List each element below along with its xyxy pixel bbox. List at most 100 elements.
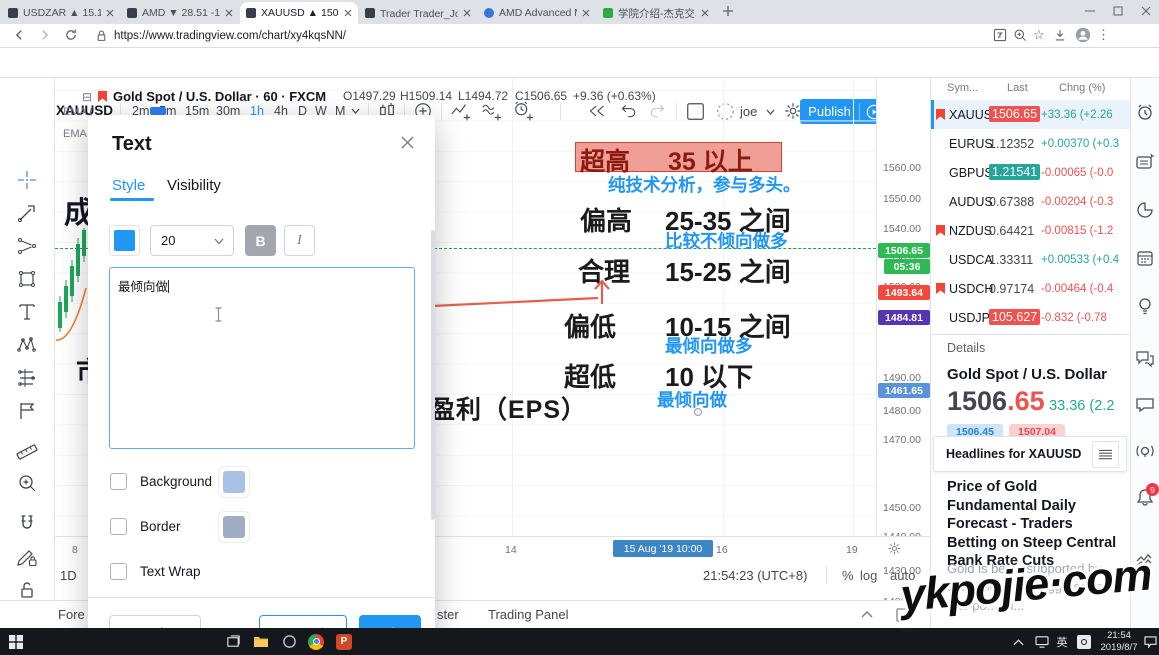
border-color-swatch[interactable]: [218, 511, 250, 543]
magnet-tool[interactable]: [11, 510, 43, 538]
zoom-icon[interactable]: [1013, 28, 1027, 42]
border-checkbox[interactable]: [110, 518, 127, 535]
watchlist-row[interactable]: XAUUS1506.65+33.36 (+2.26: [931, 100, 1130, 129]
tab-style[interactable]: Style: [112, 177, 145, 194]
percent-scale-button[interactable]: %: [842, 568, 854, 583]
log-scale-button[interactable]: log: [860, 568, 877, 583]
app-icon[interactable]: [278, 628, 300, 655]
annotation-drag-handle[interactable]: [694, 408, 702, 416]
bookmark-star-icon[interactable]: ☆: [1033, 27, 1045, 43]
flag-icon[interactable]: [936, 109, 945, 120]
flag-icon[interactable]: [936, 225, 945, 236]
tray-chevron-up-icon[interactable]: [1008, 628, 1028, 655]
private-chat-icon[interactable]: [1135, 395, 1156, 416]
lightbulb-icon[interactable]: [1135, 296, 1156, 317]
column-header-symbol[interactable]: Sym...: [947, 82, 978, 94]
bottom-tab-strategy-tester[interactable]: ster: [437, 607, 459, 622]
public-chat-icon[interactable]: [1135, 349, 1156, 370]
watchlist-row[interactable]: NZDUS0.64421-0.00815 (-1.2: [931, 216, 1130, 245]
download-icon[interactable]: [1053, 28, 1067, 42]
new-tab-button[interactable]: [722, 5, 734, 17]
refresh-icon[interactable]: [64, 28, 78, 42]
watchlist-row[interactable]: AUDUS0.67388-0.00204 (-0.3: [931, 187, 1130, 216]
time-axis-gear-icon[interactable]: [887, 541, 902, 556]
chrome-icon[interactable]: [305, 628, 327, 655]
network-monitor-icon[interactable]: [1032, 628, 1052, 655]
zoom-in-tool[interactable]: [11, 469, 43, 497]
profile-avatar[interactable]: [1075, 27, 1091, 43]
notifications-bell-icon[interactable]: 9: [1135, 487, 1156, 508]
background-color-swatch[interactable]: [218, 466, 250, 498]
language-indicator[interactable]: 英: [1054, 628, 1070, 655]
calendar-icon[interactable]: [1135, 248, 1156, 269]
browser-tab[interactable]: AMD Advanced Micro Device: [478, 2, 596, 24]
notes-icon[interactable]: [1135, 152, 1156, 173]
powerpoint-icon[interactable]: P: [333, 628, 355, 655]
window-minimize-button[interactable]: [1076, 0, 1104, 22]
text-tool[interactable]: [11, 298, 43, 326]
watchlist-row[interactable]: USDCA1.33311+0.00533 (+0.4: [931, 245, 1130, 274]
window-close-button[interactable]: [1132, 0, 1159, 22]
bottom-tab-trading-panel[interactable]: Trading Panel: [488, 607, 568, 622]
browser-tab-active[interactable]: XAUUSD ▲ 1506.77 +2.27% j: [240, 2, 358, 24]
tab-close-icon[interactable]: [582, 9, 590, 17]
tab-close-icon[interactable]: [344, 9, 352, 17]
range-1d-button[interactable]: 1D: [60, 568, 77, 583]
shapes-tool[interactable]: [11, 265, 43, 293]
price-axis[interactable]: 1560.00 1550.00 1540.00 1530.00 1520.00 …: [876, 78, 930, 536]
crosshair-tool[interactable]: [11, 166, 43, 194]
forward-icon[interactable]: [38, 28, 52, 42]
text-wrap-checkbox[interactable]: [110, 563, 127, 580]
flags-tool[interactable]: [11, 397, 43, 425]
italic-button[interactable]: I: [284, 225, 315, 256]
font-size-select[interactable]: 20: [150, 225, 234, 256]
tab-close-icon[interactable]: [701, 9, 709, 17]
browser-tab[interactable]: AMD ▼ 28.51 -1.21% joe: [121, 2, 239, 24]
tray-clock[interactable]: 21:542019/8/7: [1096, 628, 1142, 655]
text-input-area[interactable]: 最倾向做: [109, 267, 415, 449]
watchlist-row[interactable]: USDCH0.97174-0.00464 (-0.4: [931, 274, 1130, 303]
bold-button-active[interactable]: B: [245, 225, 276, 256]
alarm-clock-icon[interactable]: [1135, 102, 1156, 123]
browser-menu-icon[interactable]: ⋮: [1097, 27, 1110, 43]
browser-tab[interactable]: USDZAR ▲ 15.11940 +1.32%: [2, 2, 120, 24]
streams-icon[interactable]: [1135, 441, 1156, 462]
ruler-tool[interactable]: [11, 436, 43, 464]
tab-close-icon[interactable]: [106, 9, 114, 17]
bottom-tab-forex-screener[interactable]: Fore: [58, 607, 85, 622]
pitchfork-tool[interactable]: [11, 232, 43, 260]
column-header-chng[interactable]: Chng (%): [1059, 82, 1105, 94]
action-center-icon[interactable]: [1142, 628, 1159, 655]
chart-legend-title[interactable]: Gold Spot / U.S. Dollar · 60 · FXCM: [113, 89, 326, 104]
watchlist-row[interactable]: GBPUS1.21541-0.00065 (-0.0: [931, 158, 1130, 187]
ideas-pie-icon[interactable]: [1135, 200, 1156, 221]
translate-icon[interactable]: [993, 28, 1007, 42]
forecast-tool[interactable]: [11, 364, 43, 392]
task-view-icon[interactable]: [222, 628, 244, 655]
background-checkbox[interactable]: [110, 473, 127, 490]
xabcd-pattern-tool[interactable]: [11, 331, 43, 359]
browser-tab[interactable]: 学院介绍-杰克交易学院-中国顶: [597, 2, 715, 24]
watchlist-row[interactable]: USDJP105.627-0.832 (-0.78: [931, 303, 1130, 332]
back-icon[interactable]: [12, 28, 26, 42]
ime-icon[interactable]: [1074, 628, 1094, 655]
trend-line-tool[interactable]: [11, 199, 43, 227]
tab-visibility[interactable]: Visibility: [167, 177, 221, 194]
draw-lock-tool[interactable]: [11, 543, 43, 571]
url-field[interactable]: https://www.tradingview.com/chart/xy4kqs…: [114, 30, 346, 42]
headlines-menu-icon[interactable]: [1092, 441, 1119, 468]
dialog-close-icon[interactable]: [400, 135, 415, 150]
annotation-note-editing[interactable]: 最倾向做: [657, 387, 727, 412]
legend-collapse-icon[interactable]: ⊟: [82, 90, 92, 104]
collapse-panel-icon[interactable]: [860, 608, 874, 622]
flag-icon[interactable]: [936, 283, 945, 294]
text-color-swatch[interactable]: [109, 225, 140, 256]
watchlist-row[interactable]: EURUS1.12352+0.00370 (+0.3: [931, 129, 1130, 158]
window-maximize-button[interactable]: [1104, 0, 1132, 22]
tab-close-icon[interactable]: [225, 9, 233, 17]
browser-tab[interactable]: Trader Trader_Joe_Lee — 交易: [359, 2, 477, 24]
tab-close-icon[interactable]: [463, 9, 471, 17]
file-explorer-icon[interactable]: [250, 628, 272, 655]
dialog-scrollbar[interactable]: [431, 230, 435, 520]
start-button[interactable]: [4, 628, 28, 655]
